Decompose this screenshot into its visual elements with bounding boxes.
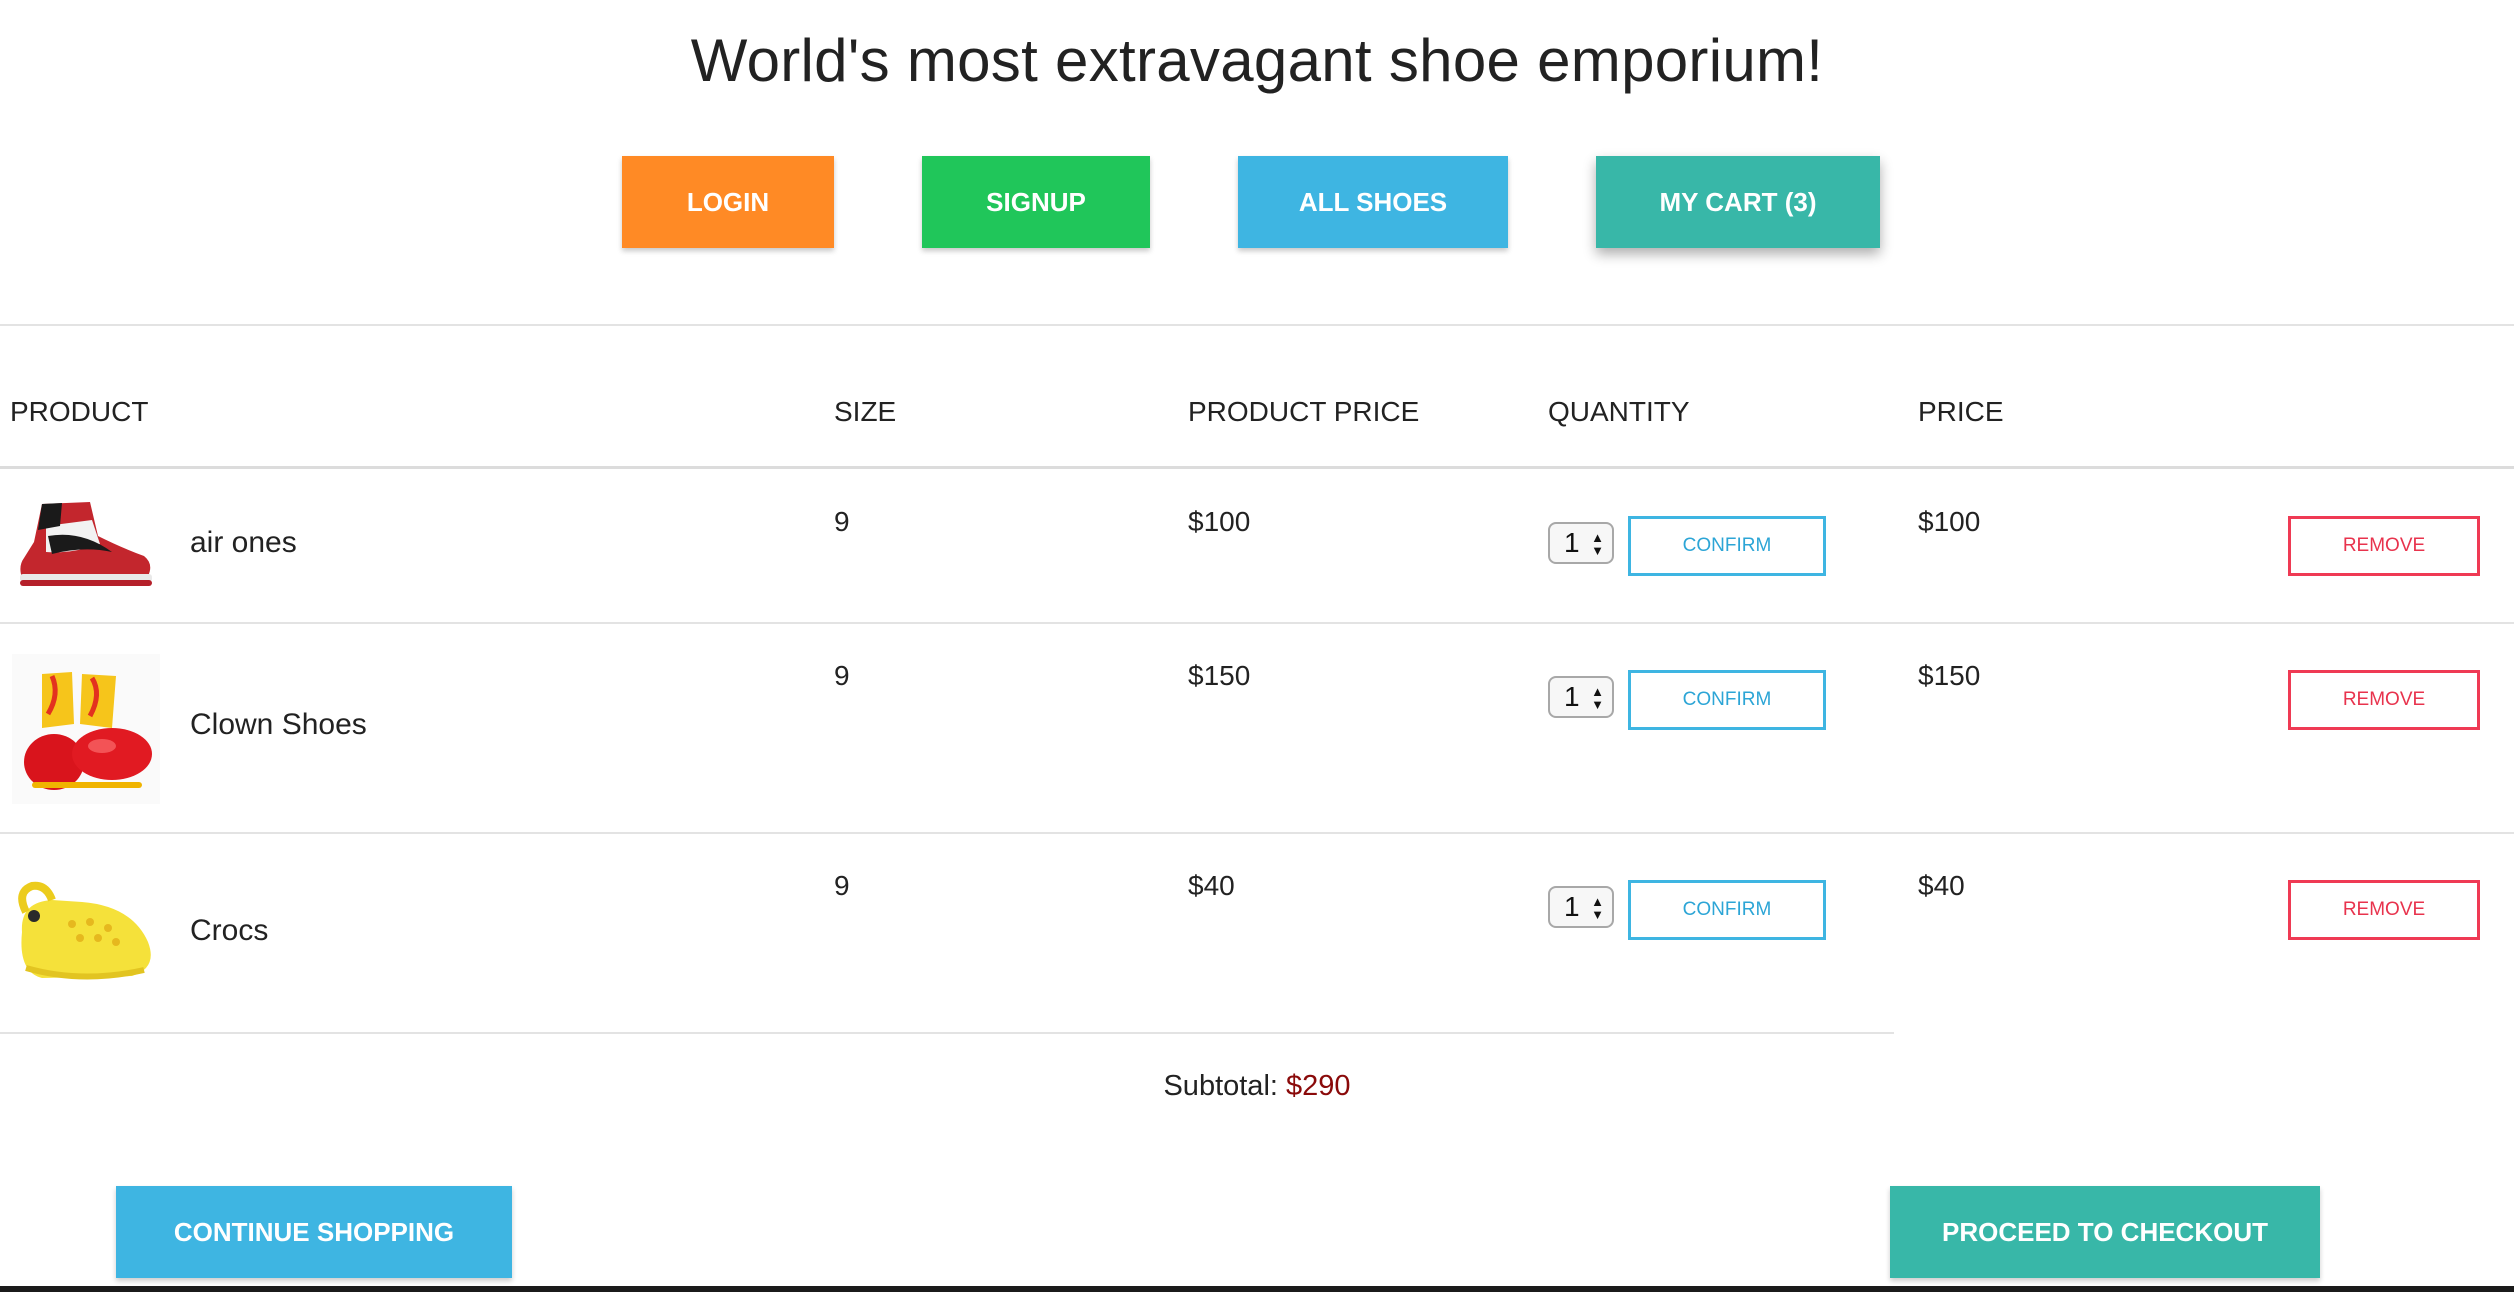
- proceed-to-checkout-button[interactable]: PROCEED TO CHECKOUT: [1890, 1186, 2320, 1278]
- column-header-size: SIZE: [834, 396, 897, 427]
- confirm-button[interactable]: CONFIRM: [1628, 880, 1826, 940]
- confirm-button[interactable]: CONFIRM: [1628, 670, 1826, 730]
- product-name: Clown Shoes: [190, 708, 367, 741]
- continue-shopping-button[interactable]: CONTINUE SHOPPING: [116, 1186, 512, 1278]
- line-total-price: $150: [1918, 660, 1981, 691]
- login-button[interactable]: LOGIN: [622, 156, 834, 248]
- stepper-arrows-icon: ▲ ▼: [1591, 684, 1604, 712]
- column-header-product: PRODUCT: [10, 396, 149, 427]
- remove-button[interactable]: REMOVE: [2288, 516, 2480, 576]
- stepper-arrows-icon: ▲ ▼: [1591, 894, 1604, 922]
- quantity-select[interactable]: 1 ▲ ▼: [1548, 886, 1614, 928]
- product-unit-price: $100: [1188, 506, 1251, 537]
- quantity-select[interactable]: 1 ▲ ▼: [1548, 522, 1614, 564]
- red-high-top-sneaker-image: [20, 502, 152, 586]
- quantity-value: 1: [1564, 527, 1580, 558]
- column-header-price: PRICE: [1918, 396, 2004, 427]
- table-row: Crocs 9 $40 1 ▲ ▼ CONFIRM $40 REMOVE: [0, 834, 2514, 1032]
- product-name: air ones: [190, 526, 297, 559]
- remove-button[interactable]: REMOVE: [2288, 880, 2480, 940]
- stepper-arrows-icon: ▲ ▼: [1591, 530, 1604, 558]
- quantity-value: 1: [1564, 681, 1580, 712]
- clown-shoes-image: [12, 654, 160, 804]
- product-size: 9: [834, 506, 850, 537]
- yellow-crocs-image: [18, 881, 151, 980]
- remove-button[interactable]: REMOVE: [2288, 670, 2480, 730]
- line-total-price: $100: [1918, 506, 1981, 537]
- signup-button[interactable]: SIGNUP: [922, 156, 1150, 248]
- confirm-button[interactable]: CONFIRM: [1628, 516, 1826, 576]
- my-cart-button[interactable]: MY CART (3): [1596, 156, 1880, 248]
- column-header-product-price: PRODUCT PRICE: [1188, 396, 1420, 427]
- all-shoes-button[interactable]: ALL SHOES: [1238, 156, 1508, 248]
- table-header-divider: [0, 466, 2514, 469]
- column-header-quantity: QUANTITY: [1548, 396, 1690, 427]
- table-row: air ones 9 $100 1 ▲ ▼ CONFIRM $100 REMOVE: [0, 470, 2514, 622]
- product-unit-price: $40: [1188, 870, 1235, 901]
- subtotal-label: Subtotal:: [1163, 1070, 1278, 1102]
- product-unit-price: $150: [1188, 660, 1251, 691]
- header-divider: [0, 324, 2514, 326]
- product-size: 9: [834, 870, 850, 901]
- window-bottom-edge: [0, 1286, 2514, 1292]
- table-row: Clown Shoes 9 $150 1 ▲ ▼ CONFIRM $150 REM…: [0, 624, 2514, 832]
- subtotal-value: $290: [1286, 1070, 1351, 1102]
- line-total-price: $40: [1918, 870, 1965, 901]
- product-size: 9: [834, 660, 850, 691]
- quantity-select[interactable]: 1 ▲ ▼: [1548, 676, 1614, 718]
- subtotal: Subtotal: $290: [0, 1070, 2514, 1103]
- page-title: World's most extravagant shoe emporium!: [690, 27, 1824, 94]
- product-name: Crocs: [190, 914, 269, 947]
- row-divider: [0, 1032, 1894, 1034]
- quantity-value: 1: [1564, 891, 1580, 922]
